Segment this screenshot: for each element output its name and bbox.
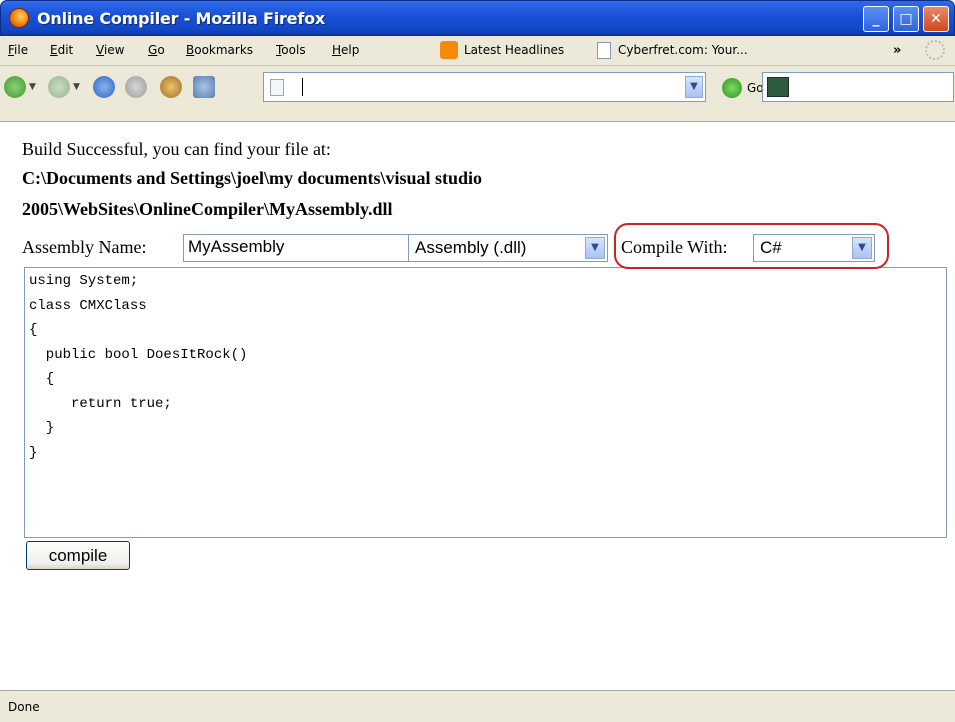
navigation-toolbar: ▼ ▼ ▼ Go (0, 66, 955, 122)
reload-icon[interactable] (93, 76, 115, 98)
back-arrow-icon[interactable] (4, 76, 26, 98)
assembly-name-label: Assembly Name: (22, 237, 147, 257)
code-editor[interactable]: using System; class CMXClass { public bo… (24, 267, 947, 538)
close-button[interactable]: ✕ (923, 6, 949, 32)
throbber-icon (925, 40, 945, 60)
firefox-logo-icon (9, 8, 29, 28)
url-dropdown-icon[interactable]: ▼ (685, 76, 703, 98)
output-type-select[interactable]: Assembly (.dll) ▼ (408, 234, 608, 262)
menu-bookmarks[interactable]: Bookmarks (186, 43, 253, 57)
menu-tools[interactable]: Tools (276, 43, 306, 57)
rss-feed-icon (440, 41, 458, 59)
build-message: Build Successful, you can find your file… (22, 139, 331, 159)
highlight-annotation (614, 223, 889, 269)
page-proxy-icon (270, 79, 284, 96)
bookmarks-overflow-chevron[interactable]: » (893, 43, 901, 58)
output-path-line1: C:\Documents and Settings\joel\my docume… (22, 168, 483, 188)
page-icon (597, 42, 611, 59)
forward-dropdown-icon[interactable]: ▼ (73, 82, 80, 92)
window-title: Online Compiler - Mozilla Firefox (37, 9, 326, 28)
search-box[interactable] (762, 72, 954, 102)
page-content: Build Successful, you can find your file… (0, 122, 955, 690)
url-bar[interactable]: ▼ (263, 72, 706, 102)
menu-view[interactable]: View (96, 43, 124, 57)
forward-arrow-icon[interactable] (48, 76, 70, 98)
menu-help[interactable]: Help (332, 43, 359, 57)
window-titlebar: Online Compiler - Mozilla Firefox _ □ ✕ (0, 0, 955, 36)
back-dropdown-icon[interactable]: ▼ (29, 82, 36, 92)
status-bar: Done (0, 690, 955, 722)
assembly-name-input[interactable]: MyAssembly (183, 234, 423, 262)
status-text: Done (8, 700, 40, 714)
output-path-line2: 2005\WebSites\OnlineCompiler\MyAssembly.… (22, 199, 393, 219)
compile-button[interactable]: compile (26, 541, 130, 570)
menu-go[interactable]: Go (148, 43, 165, 57)
history-icon[interactable] (193, 76, 215, 98)
bookmark-cyberfret[interactable]: Cyberfret.com: Your... (618, 43, 748, 57)
search-engine-icon[interactable] (767, 77, 789, 97)
maximize-button[interactable]: □ (893, 6, 919, 32)
chevron-down-icon[interactable]: ▼ (585, 237, 605, 259)
menu-bar: File Edit View Go Bookmarks Tools Help L… (0, 36, 955, 66)
menu-edit[interactable]: Edit (50, 43, 73, 57)
menu-file[interactable]: File (8, 43, 28, 57)
output-type-value: Assembly (.dll) (415, 238, 527, 257)
go-arrow-icon[interactable] (722, 78, 742, 98)
bookmark-latest-headlines[interactable]: Latest Headlines (464, 43, 564, 57)
minimize-button[interactable]: _ (863, 6, 889, 32)
home-icon[interactable] (160, 76, 182, 98)
text-cursor (302, 78, 303, 96)
stop-icon[interactable] (125, 76, 147, 98)
